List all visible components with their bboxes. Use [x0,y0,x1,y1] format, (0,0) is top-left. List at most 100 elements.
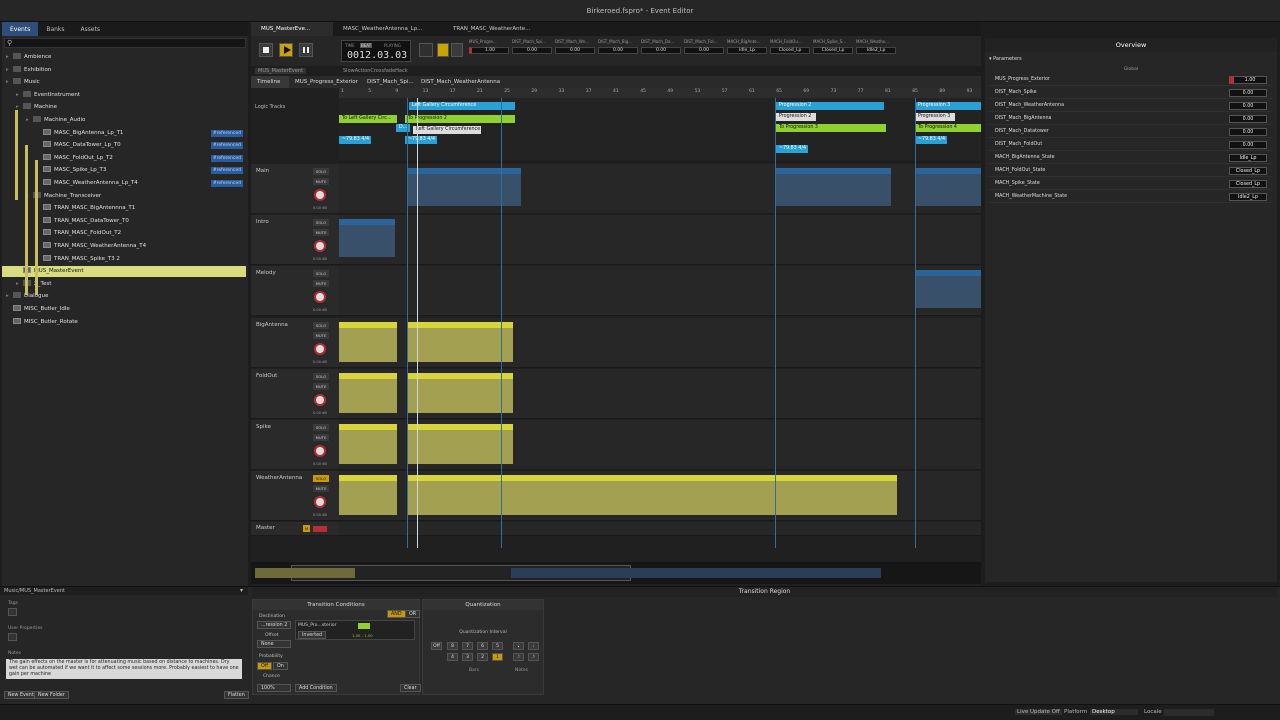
logic-marker[interactable]: Progression 2 [776,113,816,121]
audio-clip[interactable]: MASC_BigAntenna_Lp_T1 [407,321,513,362]
add-condition-button[interactable]: Add Condition [295,684,337,692]
solo-button[interactable]: SOLO [313,219,329,227]
volume-knob[interactable] [314,291,326,304]
tree-item[interactable]: MUS_MasterEvent [2,266,246,278]
audio-clip[interactable]: MUS_Ambient...n_Lp [915,270,981,309]
solo-button[interactable]: SOLO [313,168,329,175]
parameter-value[interactable]: 0.00 [1229,141,1267,149]
mini-parameter-value[interactable]: 0.00 [555,47,595,54]
mute-button[interactable]: MUTE [313,178,329,185]
tree-item[interactable]: ▸ Music [2,77,246,88]
mini-parameter-value[interactable]: 0.00 [684,47,724,54]
mini-parameter[interactable]: DIST_Mach_We... 0.00 [555,39,595,61]
tree-item[interactable]: MASC_FoldOut_Lp_T2 #referenced [2,153,246,164]
quantize-bar-button[interactable]: 5 [492,642,503,650]
stop-button[interactable] [259,43,273,57]
solo-button[interactable]: SOLO [313,424,329,431]
mini-parameter[interactable]: MACH_FoldOu... Closed_Lp [770,39,810,61]
track-header[interactable]: Melody SOLO MUTE 0.00 dB [251,266,339,317]
probability-off-button[interactable]: Off [257,662,273,670]
audio-clip[interactable]: MASC_Fol...ut_Lp_T2 [339,372,397,413]
tree-item[interactable]: MISC_Butler_Rotate [2,317,246,328]
editor-tab-weather[interactable]: MASC_WeatherAntenna_Lp... [333,22,443,36]
mini-parameter-value[interactable]: 0.00 [512,47,552,54]
audio-clip[interactable]: MASC_FoldOut_Lp_T2 [407,372,513,413]
tab-events[interactable]: Events [2,22,39,36]
list-view-icon[interactable] [437,43,449,57]
mini-parameter[interactable]: DIST_Mach_Big... 0.00 [598,39,638,61]
solo-button[interactable]: SOLO [313,321,329,329]
track-lane[interactable]: MASC_Spike_Lp_T3 MASC_Spike_Lp_T3 [339,420,981,470]
timeline-overview-strip[interactable] [251,562,981,584]
track-lane[interactable]: MASC_We...a_Lp_T4 MASC_WeatherAntenna_Lp_… [339,471,981,522]
platform-dropdown[interactable]: Desktop [1090,709,1138,715]
chevron-right-icon[interactable]: ▸ [6,291,13,302]
chevron-right-icon[interactable]: ▸ [6,65,13,76]
tree-item[interactable]: ▸ Z_Test [2,279,246,290]
chevron-down-icon[interactable]: ▾ [240,587,243,594]
solo-button[interactable]: SOLO [313,270,329,278]
track-lane[interactable]: MUS_Ambient...n_00 [339,215,981,266]
volume-knob[interactable] [314,342,326,355]
parameter-value[interactable]: 0.00 [1229,89,1267,97]
tree-item[interactable]: ▸Machine_Transceiver [2,191,246,202]
quantize-off-button[interactable]: Off [431,642,442,650]
quantize-bar-button[interactable]: 6 [477,642,488,650]
tree-item[interactable]: TRAN_MASC_Spike_T3 2 [2,254,246,265]
mini-parameter[interactable]: DIST_Mach_Da... 0.00 [641,39,681,61]
track-header[interactable]: FoldOut SOLO MUTE 0.00 dB [251,368,339,419]
parameter-value[interactable]: 0.00 [1229,115,1267,123]
quantize-bar-button[interactable]: 8 [447,642,458,650]
tree-item[interactable]: MASC_WeatherAntenna_Lp_T4 #referenced [2,178,246,189]
chance-field[interactable]: 100% [257,684,291,692]
logic-marker[interactable]: To Progression 3 [776,124,886,132]
mini-parameter-value[interactable]: Idle2_Lp [856,47,896,54]
tree-item[interactable]: TRAN_MASC_FoldOut_T2 [2,228,246,239]
audio-clip[interactable]: MUS_Ambient...n_00 [339,219,395,258]
master-track-header[interactable]: Master M [251,522,339,537]
locale-dropdown[interactable] [1164,709,1214,716]
mute-button[interactable]: MUTE [313,280,329,288]
track-header[interactable]: BigAntenna SOLO MUTE 0.00 dB [251,317,339,368]
chevron-right-icon[interactable]: ▸ [16,279,23,290]
tree-item[interactable]: ▸ Machine [2,102,246,113]
chevron-right-icon[interactable]: ▸ [26,115,33,126]
volume-knob[interactable] [314,445,326,457]
volume-knob[interactable] [314,393,326,406]
quantize-note-button[interactable]: 𝅘𝅥𝅯 [528,653,539,661]
tree-item[interactable]: MASC_Spike_Lp_T3 #referenced [2,165,246,176]
tree-item[interactable]: MASC_DataTower_Lp_T0 #referenced [2,140,246,151]
tag-icon[interactable] [8,608,17,616]
track-header[interactable]: Spike SOLO MUTE 0.00 dB [251,420,339,470]
quantize-bar-button[interactable]: 3 [462,653,473,661]
parameter-row[interactable]: MACH_WeatherMachine_State Idle2_Lp [989,191,1273,203]
grid-view-icon[interactable] [451,43,463,57]
logic-marker[interactable]: Left Gallery Circumference [413,126,481,134]
logic-track-lane[interactable]: Left Gallery Circumference To Left Galler… [339,98,981,162]
mute-button[interactable]: MUTE [313,485,329,493]
tree-item[interactable]: TRAN_MASC_BigAntennna_T1 [2,203,246,214]
track-header[interactable]: WeatherAntenna SOLO MUTE 0.00 dB [251,471,339,522]
quantize-bar-button[interactable]: 2 [477,653,488,661]
logic-marker[interactable]: Progression 2 [776,102,884,110]
tree-item[interactable]: TRAN_MASC_DataTower_T0 [2,216,246,227]
audio-clip[interactable]: MUS_Ambient...n_2_Lp [407,168,521,206]
mute-button[interactable]: MUTE [313,382,329,390]
track-lane[interactable]: MUS_Ambient...n_2_Lp MUS_Ambient...Lp MUS_… [339,164,981,214]
logic-marker[interactable]: ~79.83 4/4 [915,136,947,144]
and-button[interactable]: AND [387,610,406,618]
parameter-row[interactable]: DIST_Mach_FoldOut 0.00 [989,139,1273,151]
parameter-value[interactable]: Closed_Lp [1229,167,1267,175]
tab-dist-weather[interactable]: DIST_Mach_WeatherAntenna [415,76,515,88]
logic-marker[interactable]: Left Gallery Circumference [409,102,515,110]
mute-button[interactable]: MUTE [313,229,329,237]
tab-progress-exterior[interactable]: MUS_Progress_Exterior [289,76,361,88]
mute-button[interactable]: MUTE [313,331,329,339]
quantize-note-button[interactable]: 𝅗𝅥 [513,642,524,650]
audio-clip[interactable]: MASC_WeatherAntenna_Lp_T4 [407,475,897,516]
breadcrumb-event[interactable]: MUS_MasterEvent [255,68,307,74]
tree-item[interactable]: ▸ Ambience [2,52,246,63]
quantize-bar-button[interactable]: 4 [447,653,458,661]
mini-parameter[interactable]: DIST_Mach_Fol... 0.00 [684,39,724,61]
logic-marker[interactable]: To Progression 4 [915,124,981,132]
